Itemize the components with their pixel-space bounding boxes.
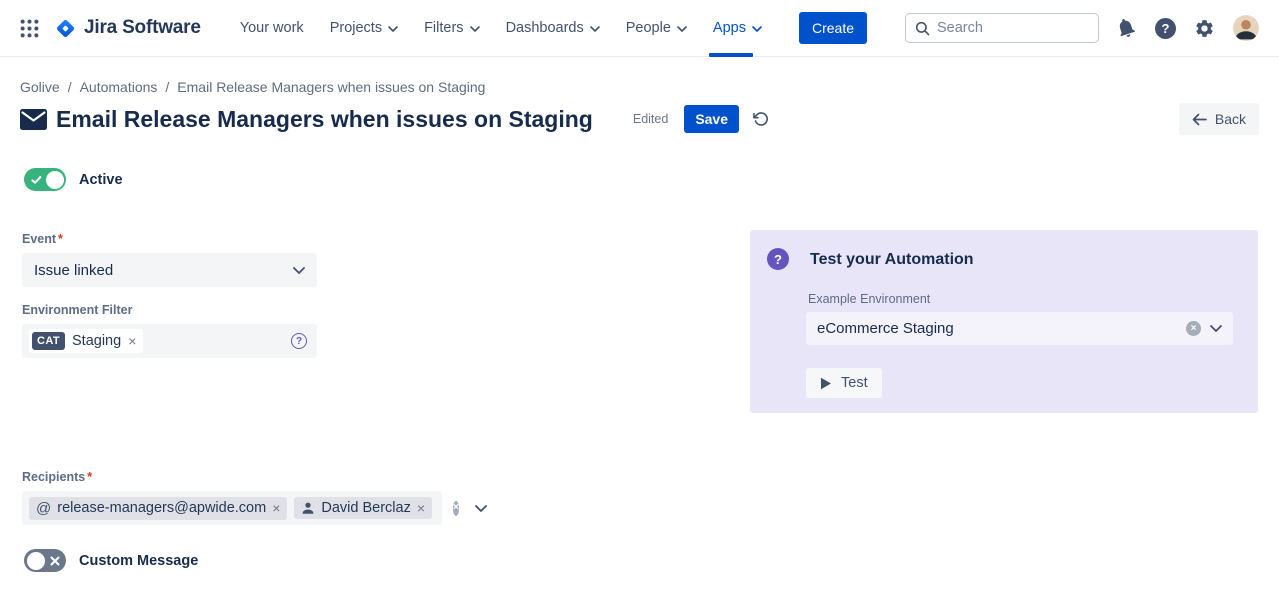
breadcrumb-current: Email Release Managers when issues on St… [177, 79, 485, 95]
toggle-knob [27, 552, 45, 570]
recipients-input[interactable]: @ release-managers@apwide.com × David Be… [22, 491, 442, 525]
active-toggle-row: Active [24, 168, 123, 191]
nav-item-your-work[interactable]: Your work [227, 0, 317, 57]
jira-diamond-icon [54, 17, 77, 40]
nav-item-filters[interactable]: Filters [411, 0, 492, 57]
remove-chip-icon[interactable]: × [128, 334, 136, 348]
clear-all-icon[interactable]: × [453, 501, 459, 516]
event-field: Event* Issue linked [22, 232, 317, 287]
category-badge: CAT [32, 332, 65, 350]
create-button[interactable]: Create [799, 12, 867, 44]
custom-message-toggle-row: Custom Message [24, 549, 198, 572]
nav-item-people[interactable]: People [613, 0, 700, 57]
page-title: Email Release Managers when issues on St… [56, 106, 593, 133]
recipient-chip-text: David Berclaz [321, 500, 410, 516]
environment-chip: CAT Staging × [29, 329, 143, 353]
environment-filter-field: Environment Filter CAT Staging × ? [22, 303, 317, 358]
clear-selection-icon[interactable]: × [1186, 321, 1201, 336]
breadcrumb-golive[interactable]: Golive [20, 79, 60, 95]
jira-software-logo[interactable]: Jira Software [54, 17, 201, 40]
chevron-down-icon [470, 26, 480, 32]
chevron-down-icon [293, 267, 305, 274]
breadcrumb-automations[interactable]: Automations [80, 79, 158, 95]
notifications-bell-icon[interactable] [1115, 17, 1137, 39]
chevron-down-icon [752, 26, 762, 32]
search-input[interactable] [937, 20, 1089, 36]
custom-message-toggle[interactable] [24, 549, 66, 572]
search-box[interactable] [905, 13, 1099, 43]
chevron-down-icon [590, 26, 600, 32]
chevron-down-icon [677, 26, 687, 32]
back-arrow-icon [1192, 113, 1207, 126]
active-toggle-label: Active [79, 172, 123, 188]
app-switcher-icon[interactable] [20, 19, 39, 38]
example-environment-label: Example Environment [808, 292, 930, 306]
page-header: Email Release Managers when issues on St… [20, 103, 1259, 135]
test-panel-title: Test your Automation [810, 251, 974, 269]
nav-item-dashboards[interactable]: Dashboards [493, 0, 613, 57]
event-label: Event* [22, 232, 317, 246]
person-icon [301, 501, 315, 515]
question-mark-icon: ? [767, 248, 789, 270]
custom-message-label: Custom Message [79, 553, 198, 569]
breadcrumb-separator: / [165, 79, 169, 95]
primary-nav: Your work Projects Filters Dashboards Pe… [227, 0, 775, 57]
help-icon[interactable]: ? [1155, 18, 1176, 39]
recipient-chip-text: release-managers@apwide.com [57, 500, 266, 516]
event-select[interactable]: Issue linked [22, 253, 317, 287]
chevron-down-icon [475, 505, 487, 512]
remove-chip-icon[interactable]: × [272, 501, 280, 515]
recipients-field: Recipients* @ release-managers@apwide.co… [22, 470, 442, 525]
recipient-chip-email: @ release-managers@apwide.com × [29, 497, 287, 520]
environment-filter-input[interactable]: CAT Staging × ? [22, 324, 317, 358]
chevron-down-icon [1210, 325, 1222, 332]
email-envelope-icon [20, 109, 47, 130]
environment-filter-label: Environment Filter [22, 303, 317, 317]
brand-name: Jira Software [84, 17, 201, 39]
check-icon [31, 175, 42, 184]
nav-item-projects[interactable]: Projects [317, 0, 411, 57]
undo-icon[interactable] [753, 111, 769, 127]
nav-icon-group: ? [1115, 15, 1259, 41]
breadcrumb: Golive / Automations / Email Release Man… [20, 79, 485, 95]
top-navigation-bar: Jira Software Your work Projects Filters… [0, 0, 1279, 57]
recipients-label: Recipients* [22, 470, 442, 484]
email-at-icon: @ [36, 500, 51, 517]
test-automation-panel: ? Test your Automation Example Environme… [750, 230, 1258, 413]
remove-chip-icon[interactable]: × [417, 501, 425, 515]
required-asterisk: * [58, 232, 63, 246]
chevron-down-icon [388, 26, 398, 32]
example-environment-select[interactable]: eCommerce Staging × [806, 312, 1233, 345]
search-icon [915, 21, 930, 36]
test-button[interactable]: Test [806, 368, 882, 398]
back-button[interactable]: Back [1179, 103, 1259, 135]
breadcrumb-separator: / [68, 79, 72, 95]
environment-filter-help-icon[interactable]: ? [291, 333, 307, 349]
play-icon [820, 377, 832, 390]
example-environment-value: eCommerce Staging [817, 320, 954, 337]
cross-icon [50, 556, 60, 566]
recipient-chip-user: David Berclaz × [294, 497, 432, 519]
save-button[interactable]: Save [684, 105, 739, 133]
event-select-value: Issue linked [34, 262, 113, 279]
environment-chip-text: Staging [72, 333, 121, 349]
active-toggle[interactable] [24, 168, 66, 191]
edited-status: Edited [633, 112, 668, 126]
user-avatar[interactable] [1233, 15, 1259, 41]
required-asterisk: * [87, 470, 92, 484]
nav-item-apps[interactable]: Apps [700, 0, 775, 57]
settings-gear-icon[interactable] [1194, 18, 1215, 39]
toggle-knob [46, 171, 64, 189]
